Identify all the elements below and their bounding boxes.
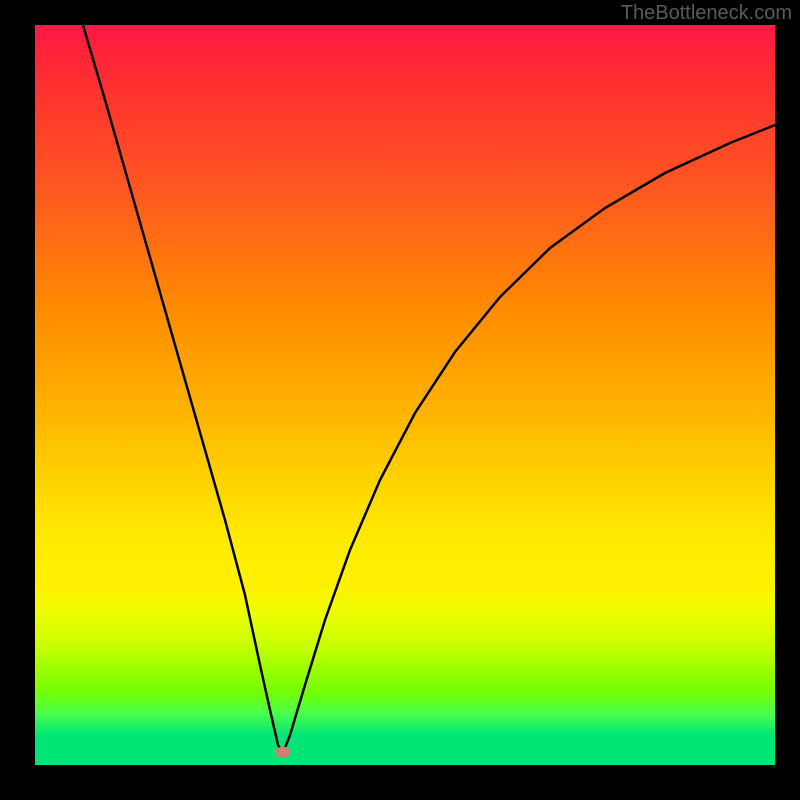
bottleneck-curve xyxy=(35,25,775,765)
optimal-point-marker xyxy=(276,747,291,758)
plot-gradient-area xyxy=(35,25,775,765)
watermark-text: TheBottleneck.com xyxy=(621,2,792,25)
